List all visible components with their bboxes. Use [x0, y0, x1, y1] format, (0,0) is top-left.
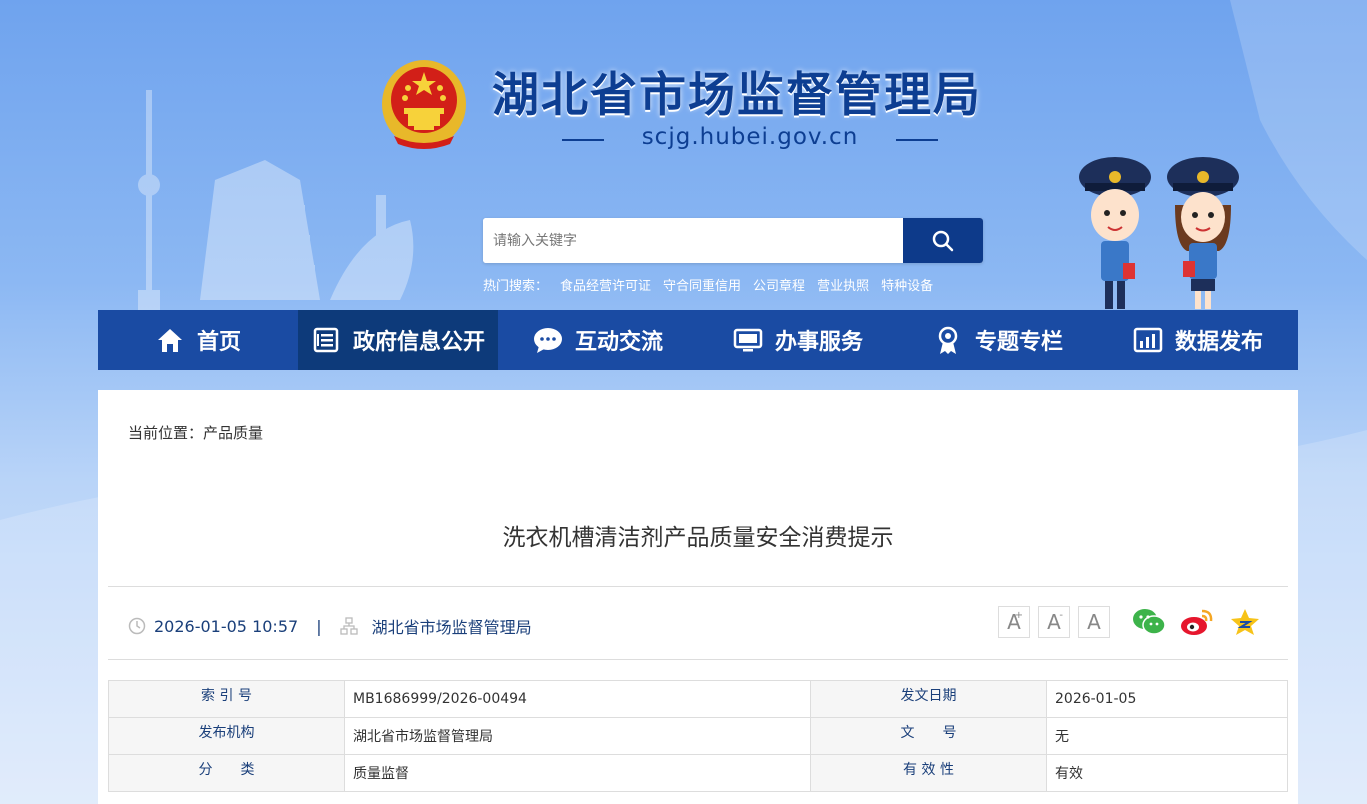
wechat-icon[interactable] — [1132, 605, 1166, 639]
doc-no-value: 无 — [1046, 717, 1288, 755]
nav-item-label: 政府信息公开 — [352, 330, 485, 355]
validity-label: 有 效 性 — [810, 754, 1047, 792]
weibo-icon[interactable] — [1180, 605, 1214, 639]
font-size-controls: A + A- A — [998, 606, 1110, 638]
issuer-label: 发布机构 — [108, 717, 345, 755]
nav-item-label: 办事服务 — [774, 330, 863, 355]
article-title: 洗衣机槽清洁剂产品质量安全消费提示 — [502, 525, 894, 551]
search-box — [483, 218, 983, 263]
hot-search-term[interactable]: 食品经营许可证 — [560, 275, 651, 294]
nav-item-home[interactable]: 首页 — [98, 310, 298, 370]
index-no-value: MB1686999/2026-00494 — [344, 680, 811, 718]
table-row: 发布机构 湖北省市场监督管理局 文 号 无 — [108, 717, 1288, 755]
main-nav: 首页 政府信息公开 互动交流 办事服务 专题专栏 数据发布 — [98, 310, 1298, 370]
site-title: 湖北省市场监督管理局 — [492, 68, 982, 123]
nav-item-label: 首页 — [196, 330, 241, 355]
nav-item-interaction[interactable]: 互动交流 — [498, 310, 698, 370]
table-row: 分 类 质量监督 有 效 性 有效 — [108, 754, 1288, 792]
font-reset-label: A — [1087, 610, 1101, 634]
font-decrease-button[interactable]: A- — [1038, 606, 1070, 638]
site-domain: scjg.hubei.gov.cn — [560, 124, 940, 150]
table-row: 索 引 号 MB1686999/2026-00494 发文日期 2026-01-… — [108, 680, 1288, 718]
nav-item-label: 数据发布 — [1174, 330, 1263, 355]
hot-search-term[interactable]: 公司章程 — [753, 275, 805, 294]
document-info-table: 索 引 号 MB1686999/2026-00494 发文日期 2026-01-… — [108, 680, 1288, 792]
pub-date-value: 2026-01-05 — [1046, 680, 1288, 718]
nav-item-label: 互动交流 — [574, 330, 663, 355]
index-no-label: 索 引 号 — [108, 680, 345, 718]
breadcrumb: 当前位置：产品质量 — [128, 424, 264, 442]
validity-value: 有效 — [1046, 754, 1288, 792]
publish-datetime: 2026-01-05 10:57 — [154, 616, 299, 636]
badge-icon — [933, 325, 963, 355]
document-list-icon — [311, 325, 341, 355]
divider — [108, 659, 1288, 660]
share-bar — [1132, 605, 1262, 639]
bar-chart-icon — [1133, 325, 1163, 355]
mascot-illustration — [1075, 155, 1250, 313]
nav-item-label: 专题专栏 — [974, 330, 1063, 355]
font-increase-button[interactable]: A + — [998, 606, 1030, 638]
divider — [108, 586, 1288, 587]
category-label: 分 类 — [108, 754, 345, 792]
home-icon — [155, 325, 185, 355]
monitor-icon — [733, 325, 763, 355]
nav-item-data[interactable]: 数据发布 — [1098, 310, 1298, 370]
article-meta: 2026-01-05 10:57 | 湖北省市场监督管理局 — [128, 614, 532, 638]
doc-no-label: 文 号 — [810, 717, 1047, 755]
qzone-icon[interactable] — [1228, 605, 1262, 639]
category-value: 质量监督 — [344, 754, 811, 792]
national-emblem-icon — [380, 58, 468, 152]
chat-bubble-icon — [533, 325, 563, 355]
article-panel: 当前位置：产品质量 洗衣机槽清洁剂产品质量安全消费提示 2026-01-05 1… — [98, 390, 1298, 804]
article-source: 湖北省市场监督管理局 — [371, 618, 532, 637]
hot-search-term[interactable]: 营业执照 — [817, 275, 869, 294]
search-button[interactable] — [903, 218, 983, 263]
font-reset-button[interactable]: A — [1078, 606, 1110, 638]
nav-item-gov-info[interactable]: 政府信息公开 — [298, 310, 498, 370]
font-increase-sup: + — [1014, 610, 1023, 621]
hot-search-term[interactable]: 守合同重信用 — [663, 275, 741, 294]
pub-date-label: 发文日期 — [810, 680, 1047, 718]
nav-item-services[interactable]: 办事服务 — [698, 310, 898, 370]
issuer-value: 湖北省市场监督管理局 — [344, 717, 811, 755]
hot-search: 热门搜索： 食品经营许可证 守合同重信用 公司章程 营业执照 特种设备 — [483, 275, 933, 294]
font-decrease-sup: - — [1059, 610, 1063, 621]
org-structure-icon — [339, 617, 358, 635]
meta-separator: | — [316, 616, 322, 636]
nav-item-topics[interactable]: 专题专栏 — [898, 310, 1098, 370]
search-input[interactable] — [483, 218, 903, 263]
hot-search-label: 热门搜索： — [483, 279, 549, 294]
clock-icon — [128, 617, 146, 635]
hot-search-term[interactable]: 特种设备 — [881, 275, 933, 294]
search-icon — [932, 230, 954, 251]
